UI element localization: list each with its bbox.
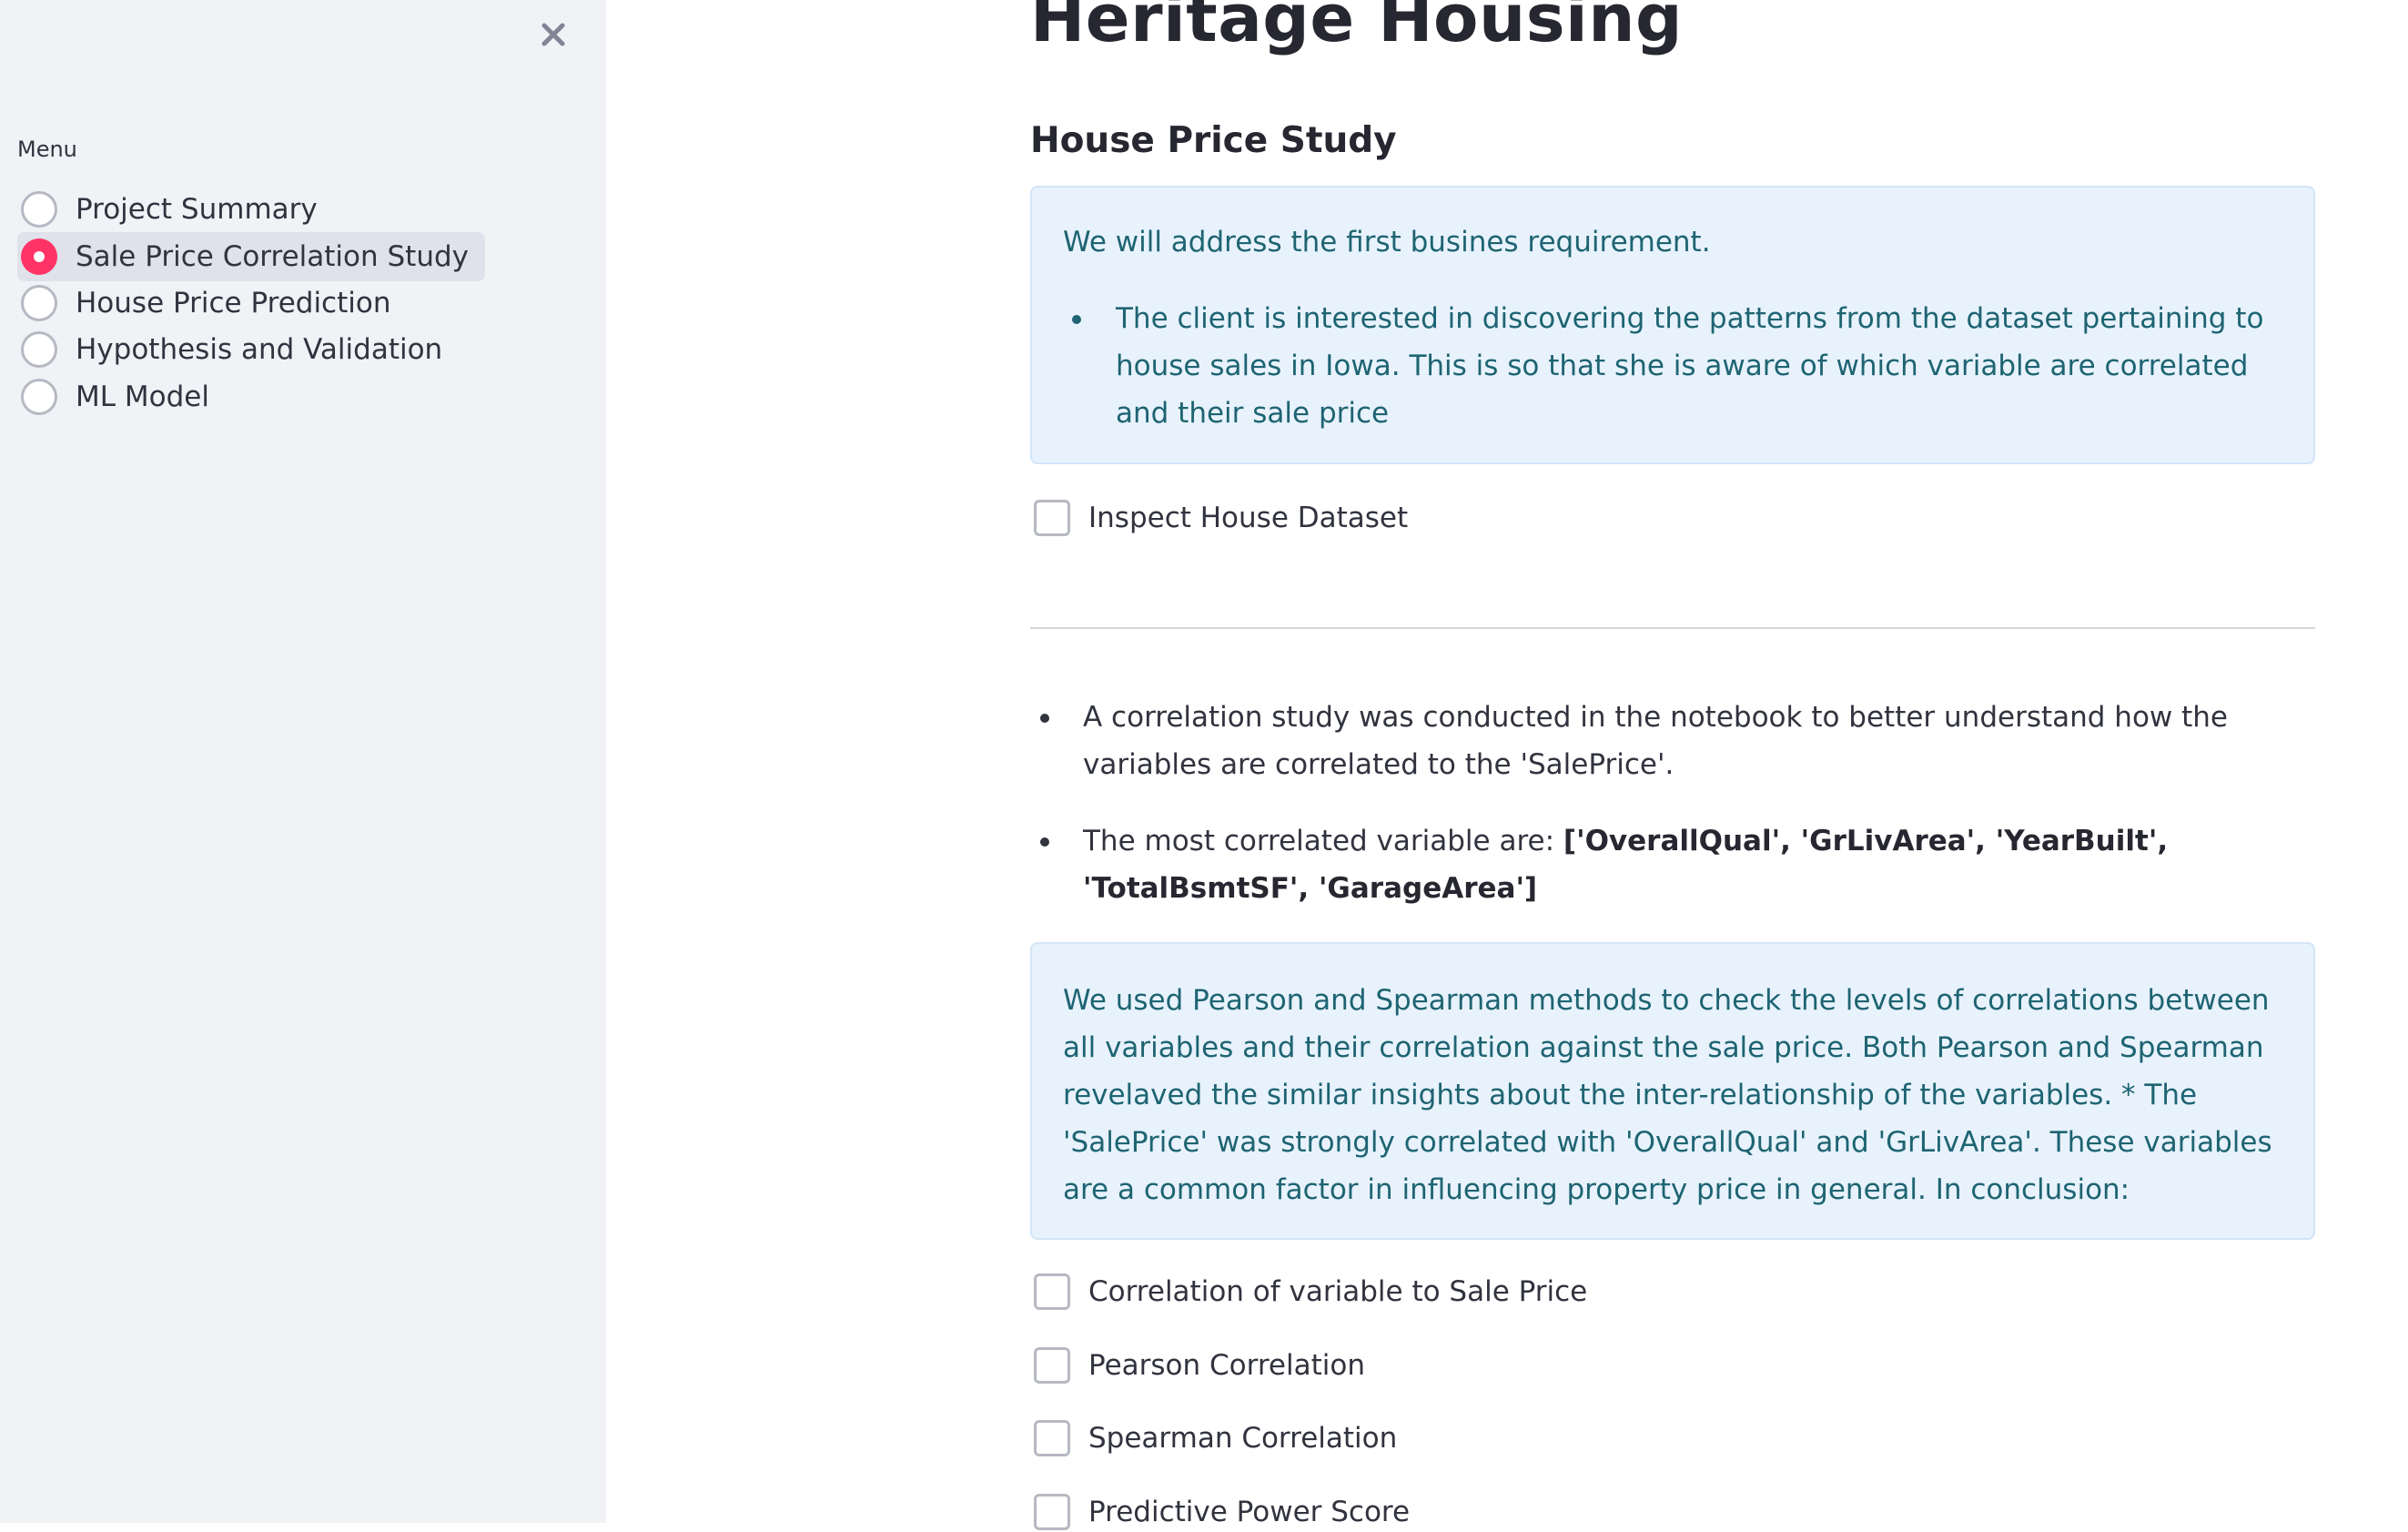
sidebar-item-project-summary[interactable]: Project Summary <box>17 185 334 234</box>
info-bullet-item: The client is interested in discovering … <box>1063 295 2282 437</box>
checkbox-icon <box>1034 1494 1070 1530</box>
correlation-to-sale-price-checkbox[interactable]: Correlation of variable to Sale Price <box>1034 1272 1587 1312</box>
radio-checked-icon <box>21 238 57 275</box>
info-box-methods: We used Pearson and Spearman methods to … <box>1030 942 2315 1240</box>
info-methods-text: We used Pearson and Spearman methods to … <box>1063 984 2272 1206</box>
findings-list: A correlation study was conducted in the… <box>1030 694 2315 941</box>
info-box-requirement: We will address the first busines requir… <box>1030 186 2315 464</box>
checkbox-label: Correlation of variable to Sale Price <box>1088 1275 1588 1308</box>
predictive-power-score-checkbox[interactable]: Predictive Power Score <box>1034 1492 1410 1532</box>
checkbox-icon <box>1034 1347 1070 1384</box>
checkbox-label: Predictive Power Score <box>1088 1496 1411 1528</box>
checkbox-icon <box>1034 1420 1070 1456</box>
close-icon <box>541 23 565 46</box>
inspect-house-dataset-checkbox[interactable]: Inspect House Dataset <box>1034 498 1408 538</box>
list-item: A correlation study was conducted in the… <box>1030 694 2315 788</box>
sidebar: Menu Project Summary Sale Price Correlat… <box>0 0 606 1523</box>
radio-unchecked-icon <box>21 191 57 228</box>
finding-text: A correlation study was conducted in the… <box>1083 701 2228 781</box>
sidebar-item-label: ML Model <box>76 380 209 413</box>
info-intro: We will address the first busines requir… <box>1063 226 1711 259</box>
radio-unchecked-icon <box>21 331 57 368</box>
page-title: Heritage Housing <box>1030 0 1684 56</box>
sidebar-item-sale-price-correlation-study[interactable]: Sale Price Correlation Study <box>17 232 485 281</box>
sidebar-item-house-price-prediction[interactable]: House Price Prediction <box>17 279 407 328</box>
sidebar-item-label: House Price Prediction <box>76 287 391 320</box>
radio-unchecked-icon <box>21 285 57 321</box>
menu-label: Menu <box>17 137 77 162</box>
checkbox-icon <box>1034 1273 1070 1310</box>
close-sidebar-button[interactable] <box>533 15 573 55</box>
spearman-correlation-checkbox[interactable]: Spearman Correlation <box>1034 1418 1397 1458</box>
finding-prefix: The most correlated variable are: <box>1083 825 1563 857</box>
pearson-correlation-checkbox[interactable]: Pearson Correlation <box>1034 1345 1365 1385</box>
checkbox-icon <box>1034 500 1070 536</box>
sidebar-item-label: Sale Price Correlation Study <box>76 240 469 273</box>
sidebar-item-label: Hypothesis and Validation <box>76 333 443 366</box>
sidebar-item-hypothesis-and-validation[interactable]: Hypothesis and Validation <box>17 325 459 374</box>
divider <box>1030 627 2315 629</box>
checkbox-label: Pearson Correlation <box>1088 1349 1365 1382</box>
sidebar-item-label: Project Summary <box>76 193 318 226</box>
info-bullet-list: The client is interested in discovering … <box>1063 295 2282 437</box>
checkbox-label: Inspect House Dataset <box>1088 502 1409 534</box>
sidebar-item-ml-model[interactable]: ML Model <box>17 372 226 421</box>
checkbox-label: Spearman Correlation <box>1088 1422 1398 1455</box>
list-item: The most correlated variable are: ['Over… <box>1030 817 2315 912</box>
section-title: House Price Study <box>1030 120 1397 161</box>
radio-unchecked-icon <box>21 379 57 415</box>
